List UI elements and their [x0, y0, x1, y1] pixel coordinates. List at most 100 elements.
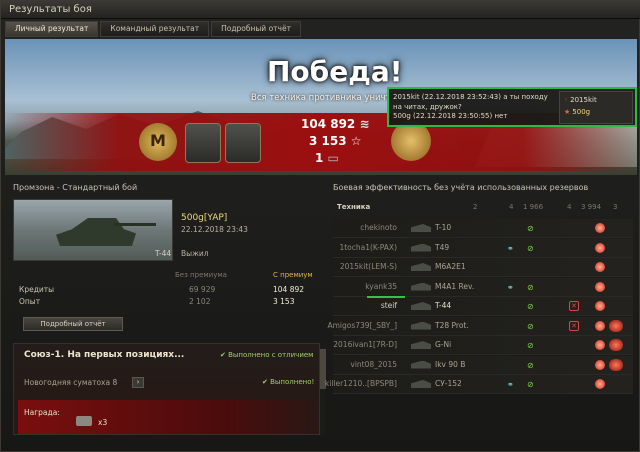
chat-line: на читах, дружок? — [393, 102, 462, 111]
credits-value: 104 892 — [301, 117, 356, 131]
column-no-premium: Без премиума — [175, 271, 227, 279]
tab-personal[interactable]: Личный результат — [5, 21, 99, 37]
credits-earned: 104 892 ≋ — [301, 117, 370, 131]
efficiency-row[interactable]: 2015kit(LEM-S) M6A2E1 — [333, 258, 633, 277]
tab-detailed[interactable]: Подробный отчёт — [211, 21, 301, 37]
damage-assist-icon: ⊘ — [527, 321, 534, 331]
victory-banner: Победа! Вся техника противника уничтожен… — [5, 39, 637, 175]
gold-medal-icon[interactable] — [391, 121, 431, 161]
kill-icon — [609, 319, 623, 332]
credits-base: 69 929 — [189, 285, 216, 294]
efficiency-row[interactable]: 2016ivan1[7R-D] G-Ni ⊘ — [333, 336, 633, 355]
items-earned: 1 ▭ — [315, 151, 339, 165]
column-value: 3 994 — [581, 203, 602, 211]
efficiency-row[interactable]: vint08_2015 Ikv 90 B ⊘ — [333, 355, 633, 375]
damage-assist-icon: ⊘ — [527, 360, 534, 370]
player-name: vint08_2015 — [350, 359, 397, 369]
damage-icon — [595, 340, 605, 350]
quest-scrollbar[interactable] — [319, 343, 326, 435]
credits-premium: 104 892 — [273, 285, 305, 294]
row-label: Опыт — [19, 297, 41, 306]
column-premium: С премиум — [273, 271, 313, 279]
chat-line: 2015kit (22.12.2018 23:52:43) а ты поход… — [393, 93, 548, 101]
efficiency-row[interactable]: steif T-44 ⊘ ✕ — [333, 297, 633, 316]
tab-team[interactable]: Командный результат — [100, 21, 210, 37]
chat-notification[interactable]: 2015kit (22.12.2018 23:52:43) а ты поход… — [387, 87, 637, 127]
spotting-icon: ⚭ — [507, 282, 514, 292]
damage-assist-icon: ⊘ — [527, 341, 534, 350]
spotting-icon: ⚭ — [507, 380, 514, 389]
critical-hit-icon: ✕ — [569, 301, 579, 311]
tank-icon — [411, 224, 431, 232]
tank-icon — [411, 243, 431, 252]
tank-gun — [114, 223, 156, 226]
xp-premium: 3 153 — [273, 297, 295, 306]
tank-name: Ikv 90 B — [435, 359, 466, 369]
contact-name: 500g — [572, 108, 591, 116]
battle-date: 22.12.2018 23:43 — [181, 225, 248, 234]
kill-icon — [609, 358, 623, 371]
damage-icon — [595, 281, 605, 292]
row-label: Кредиты — [19, 285, 55, 294]
contact-icon: ★ — [564, 108, 571, 116]
tab-bar: Личный результат Командный результат Под… — [5, 21, 301, 37]
efficiency-row[interactable]: killer1210..[BPSPB] СУ-152 ⚭ ⊘ — [325, 375, 633, 394]
chevron-right-icon[interactable]: › — [132, 377, 144, 388]
efficiency-row[interactable]: chekinoto T-10 ⊘ — [333, 219, 633, 238]
chat-messages: 2015kit (22.12.2018 23:52:43) а ты поход… — [393, 93, 553, 122]
tank-name: T-10 — [435, 223, 452, 232]
efficiency-row[interactable]: kyank35 M4A1 Rev. ⚭ ⊘ — [333, 277, 633, 297]
kill-icon — [609, 339, 623, 351]
mastery-letter: M — [150, 131, 166, 150]
efficiency-table-header: Техника 2 4 1 966 4 3 994 3 — [337, 203, 633, 211]
damage-assist-icon: ⊘ — [527, 302, 534, 311]
player-name: 2015kit(LEM-S) — [339, 262, 397, 271]
tank-icon — [411, 360, 431, 369]
column-value: 1 966 — [523, 203, 544, 211]
reward-chest-icon — [76, 416, 92, 426]
quest-status-honors: ✔ Выполнено с отличием — [220, 351, 314, 359]
personal-results-panel: Промзона - Стандартный бой 500g[YAP] 22.… — [5, 179, 326, 435]
mastery-badge-icon[interactable]: M — [139, 123, 177, 161]
quest-title: Союз-1. На первых позициях... — [24, 350, 185, 360]
quest-progress-panel: Союз-1. На первых позициях... ✔ Выполнен… — [13, 343, 325, 435]
damage-assist-icon: ⊘ — [527, 282, 534, 292]
damage-assist-icon: ⊘ — [527, 243, 534, 253]
player-name: killer1210..[BPSPB] — [324, 379, 397, 388]
contact-icon: ◦ — [564, 96, 569, 104]
credits-icon: ≋ — [359, 117, 370, 131]
victory-title: Победа! — [267, 55, 403, 88]
column-value: 3 — [613, 203, 618, 211]
achievement-medal-icon[interactable] — [225, 123, 261, 163]
tank-icon — [411, 380, 431, 388]
player-name: 2016ivan1[7R-D] — [333, 340, 397, 349]
star-icon: ☆ — [350, 134, 362, 148]
contact-item[interactable]: ◦ 2015kit — [564, 94, 628, 106]
player-highlight-bar — [367, 296, 405, 298]
efficiency-row[interactable]: 1tocha1(K-PAX) T49 ⚭ ⊘ — [333, 238, 633, 258]
tank-name: СУ-152 — [435, 379, 462, 388]
efficiency-row[interactable]: Amigos739[_SBY_] T28 Prot. ⊘ ✕ — [327, 316, 633, 336]
player-name: 1tocha1(K-PAX) — [339, 242, 397, 252]
tank-name: T-44 — [435, 301, 452, 310]
title-bar[interactable]: Результаты боя — [1, 1, 640, 19]
damage-icon — [595, 242, 605, 253]
xp-value: 3 153 — [309, 134, 347, 148]
player-name: 500g[YAP] — [181, 213, 228, 223]
contact-item[interactable]: ★ 500g — [564, 106, 628, 118]
damage-icon — [595, 262, 605, 272]
critical-hit-icon: ✕ — [569, 320, 579, 331]
chat-contacts: ◦ 2015kit ★ 500g — [559, 91, 633, 124]
reward-strip — [18, 400, 314, 434]
battle-results-window: Результаты боя Личный результат Командны… — [0, 0, 640, 452]
rank-medal-icon[interactable] — [185, 123, 221, 163]
tank-icon — [411, 321, 431, 330]
player-name: kyank35 — [365, 281, 397, 291]
damage-icon — [595, 223, 605, 233]
player-name: chekinoto — [360, 223, 397, 232]
column-value: 4 — [509, 203, 514, 211]
tank-name: M4A1 Rev. — [435, 281, 475, 291]
detailed-report-button[interactable]: Подробный отчёт — [23, 317, 123, 331]
reward-count: x3 — [98, 418, 108, 427]
tank-name: T49 — [435, 242, 450, 252]
